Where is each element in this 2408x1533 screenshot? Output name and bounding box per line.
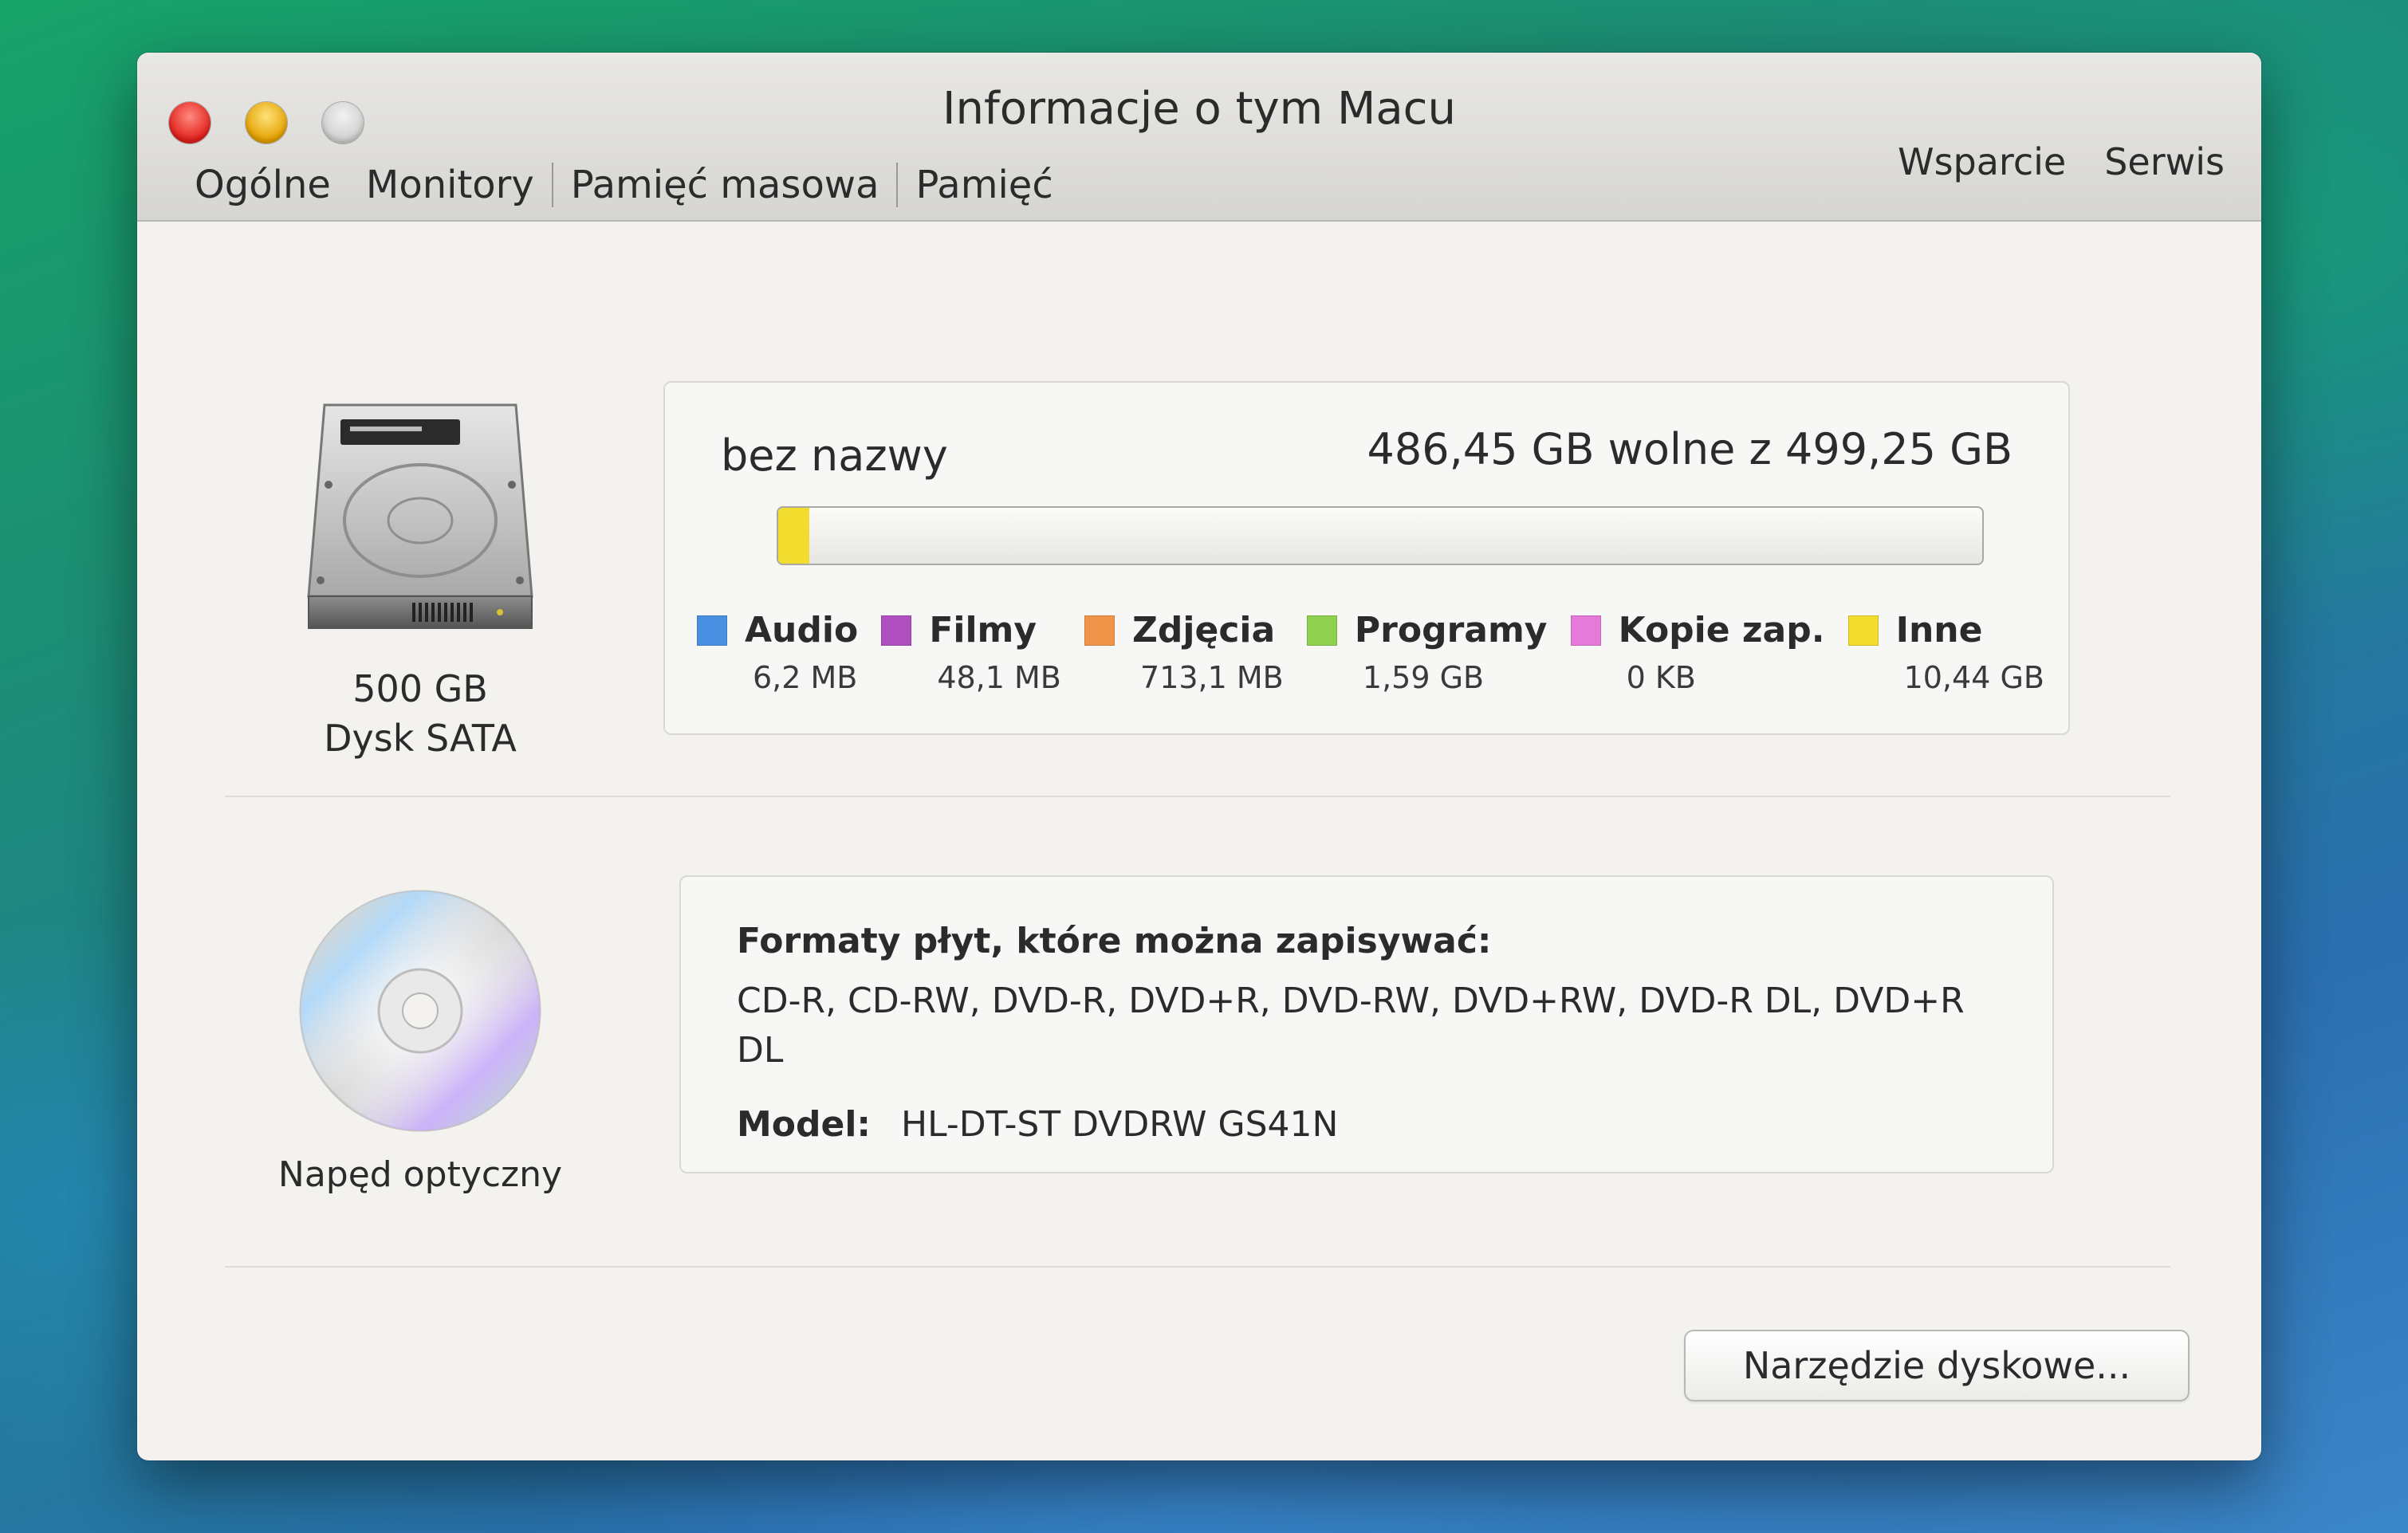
storage-panel: bez nazwy 486,45 GB wolne z 499,25 GB Au… (663, 381, 2070, 735)
footer-divider (225, 1266, 2170, 1268)
storage-legend: Audio 6,2 MB Filmy 48,1 MB Zdjęcia 713,1 MB Pr… (697, 610, 2044, 695)
optical-panel: Formaty płyt, które można zapisywać: CD-… (679, 875, 2054, 1173)
legend-item-header: Audio (697, 610, 858, 651)
legend-item-header: Kopie zap. (1570, 610, 1825, 651)
legend-value: 6,2 MB (753, 660, 858, 695)
legend-label: Audio (745, 610, 859, 651)
legend-label: Filmy (929, 610, 1037, 651)
tab-displays[interactable]: Monitory (348, 163, 552, 207)
legend-item: Zdjęcia 713,1 MB (1084, 610, 1284, 695)
legend-item: Kopie zap. 0 KB (1570, 610, 1825, 695)
legend-value: 713,1 MB (1140, 660, 1284, 695)
disk-utility-button[interactable]: Narzędzie dyskowe... (1684, 1330, 2190, 1401)
about-this-mac-window: Informacje o tym Macu Ogólne Monitory Pa… (137, 53, 2261, 1460)
legend-item-header: Filmy (881, 610, 1061, 651)
tab-overview[interactable]: Ogólne (177, 163, 348, 207)
legend-value: 10,44 GB (1903, 660, 2044, 695)
window-titlebar: Informacje o tym Macu Ogólne Monitory Pa… (137, 53, 2261, 222)
tab-bar: Ogólne Monitory Pamięć masowa Pamięć (177, 163, 1071, 207)
legend-item: Inne 10,44 GB (1847, 610, 2044, 695)
legend-item-header: Programy (1306, 610, 1548, 651)
support-link[interactable]: Wsparcie (1898, 140, 2066, 183)
model-label: Model: (737, 1104, 872, 1145)
legend-item: Audio 6,2 MB (697, 610, 858, 695)
legend-item: Filmy 48,1 MB (881, 610, 1061, 695)
burn-formats-heading: Formaty płyt, które można zapisywać: (737, 921, 1492, 961)
service-link[interactable]: Serwis (2104, 140, 2225, 183)
legend-item-header: Inne (1847, 610, 2044, 651)
legend-swatch-icon (1570, 615, 1601, 646)
header-links: Wsparcie Serwis (1898, 140, 2225, 183)
legend-item-header: Zdjęcia (1084, 610, 1284, 651)
tab-storage[interactable]: Pamięć masowa (551, 163, 899, 207)
burn-formats-list: CD-R, CD-RW, DVD-R, DVD+R, DVD-RW, DVD+R… (737, 981, 1965, 1071)
tab-memory[interactable]: Pamięć (898, 163, 1070, 207)
legend-swatch-icon (1084, 615, 1115, 646)
drive-type: Dysk SATA (324, 717, 517, 760)
legend-label: Zdjęcia (1132, 610, 1276, 651)
storage-content: 500 GB Dysk SATA bez nazwy 486,45 GB wol… (137, 222, 2261, 1460)
storage-usage-bar (777, 506, 1984, 565)
volume-free-space: 486,45 GB wolne z 499,25 GB (1367, 424, 2013, 474)
legend-swatch-icon (881, 615, 912, 646)
legend-swatch-icon (1847, 615, 1879, 646)
legend-value: 48,1 MB (937, 660, 1061, 695)
usage-bar-used-segment (778, 508, 810, 564)
optical-drive-caption: Napęd optyczny (277, 1154, 563, 1195)
section-divider (225, 796, 2170, 797)
legend-label: Programy (1354, 610, 1548, 651)
legend-swatch-icon (1306, 615, 1337, 646)
legend-item: Programy 1,59 GB (1306, 610, 1548, 695)
window-title: Informacje o tym Macu (942, 83, 1456, 135)
legend-swatch-icon (697, 615, 727, 646)
legend-value: 0 KB (1626, 660, 1696, 695)
optical-disc-icon (299, 890, 541, 1132)
drive-capacity: 500 GB (352, 667, 488, 710)
legend-label: Kopie zap. (1618, 610, 1825, 651)
model-value: HL-DT-ST DVDRW GS41N (901, 1104, 1339, 1145)
hard-drive-icon (307, 403, 533, 629)
drive-caption: 500 GB Dysk SATA (241, 664, 600, 763)
volume-name: bez nazwy (721, 430, 948, 481)
optical-model-row: Model: HL-DT-ST DVDRW GS41N (737, 1104, 1338, 1145)
legend-value: 1,59 GB (1362, 660, 1485, 695)
legend-label: Inne (1895, 610, 1983, 651)
